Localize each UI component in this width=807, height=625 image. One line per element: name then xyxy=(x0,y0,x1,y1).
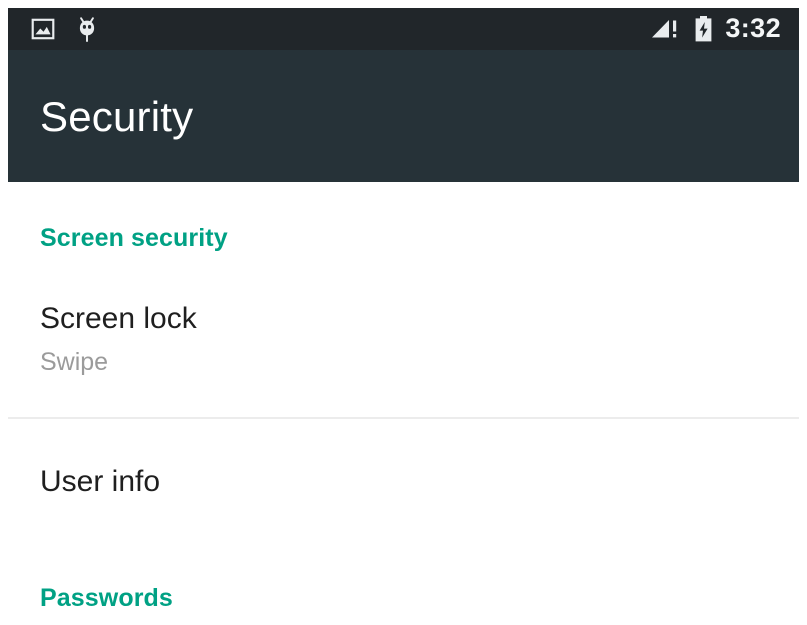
list-divider xyxy=(8,417,799,419)
bug-icon xyxy=(74,15,100,43)
status-bar: 3:32 xyxy=(8,8,799,50)
battery-charging-icon xyxy=(693,15,714,43)
section-header-screen-security: Screen security xyxy=(40,224,228,252)
list-item-title: Screen lock xyxy=(40,302,197,335)
photo-icon xyxy=(30,16,56,42)
settings-list: Screen security Screen lock Swipe User i… xyxy=(8,182,799,625)
status-bar-clock: 3:32 xyxy=(725,12,781,43)
status-bar-left-icons xyxy=(30,15,100,43)
page-title: Security xyxy=(40,93,194,140)
list-item-screen-lock[interactable]: Screen lock Swipe xyxy=(8,304,799,414)
android-security-settings-screen: 3:32 Security Screen security Screen loc… xyxy=(0,0,807,625)
list-item-user-info[interactable]: User info xyxy=(8,467,799,527)
status-bar-right-icons: 3:32 xyxy=(650,12,781,44)
list-item-title: User info xyxy=(40,465,161,498)
section-header-passwords: Passwords xyxy=(40,584,173,612)
signal-warning-icon xyxy=(650,16,682,42)
app-bar: Security xyxy=(8,50,799,182)
list-item-subtitle: Swipe xyxy=(40,348,109,376)
